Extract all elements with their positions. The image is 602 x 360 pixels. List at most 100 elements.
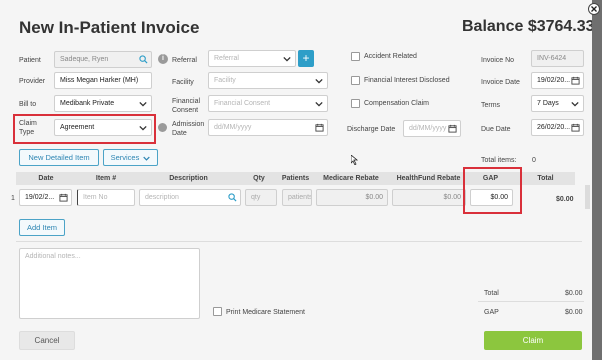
accident-checkbox[interactable] bbox=[351, 52, 360, 61]
chevron-down-icon bbox=[315, 78, 323, 84]
medicare-rebate-field: $0.00 bbox=[316, 189, 388, 206]
info-icon[interactable]: i bbox=[158, 54, 168, 64]
chevron-down-icon bbox=[139, 125, 147, 131]
cancel-button[interactable]: Cancel bbox=[19, 331, 75, 350]
new-detailed-item-button[interactable]: New Detailed Item bbox=[19, 149, 99, 166]
patient-label: Patient bbox=[19, 57, 41, 64]
consent-select[interactable]: Financial Consent bbox=[208, 95, 328, 112]
chevron-down-icon bbox=[571, 101, 579, 107]
description-placeholder: description bbox=[145, 194, 179, 201]
page-title: New In-Patient Invoice bbox=[19, 18, 200, 37]
financial-interest-checkbox[interactable] bbox=[351, 76, 360, 85]
total-items-label: Total items: bbox=[481, 157, 517, 164]
due-date-value: 26/02/20... bbox=[537, 124, 571, 131]
gap-input[interactable]: $0.00 bbox=[470, 189, 513, 206]
billto-label: Bill to bbox=[19, 101, 37, 108]
col-description-header: Description bbox=[169, 175, 208, 182]
print-medicare-checkbox[interactable] bbox=[213, 307, 222, 316]
chevron-down-icon bbox=[143, 156, 151, 161]
col-patients-header: Patients bbox=[281, 175, 310, 182]
healthfund-rebate-field: $0.00 bbox=[392, 189, 466, 206]
discharge-label: Discharge Date bbox=[347, 126, 396, 133]
totals-divider bbox=[478, 301, 584, 302]
consent-placeholder: Financial Consent bbox=[214, 100, 271, 107]
compensation-label: Compensation Claim bbox=[364, 100, 429, 107]
calendar-icon[interactable] bbox=[571, 76, 580, 85]
notes-textarea[interactable]: Additional notes... bbox=[19, 248, 200, 319]
admission-placeholder: dd/MM/yyyy bbox=[214, 124, 252, 131]
col-total-header: Total bbox=[537, 175, 554, 182]
calendar-icon[interactable] bbox=[315, 123, 324, 132]
add-item-button[interactable]: Add Item bbox=[19, 219, 65, 236]
compensation-checkbox[interactable] bbox=[351, 99, 360, 108]
search-icon[interactable] bbox=[139, 55, 148, 64]
invoice-date-value: 19/02/20... bbox=[537, 77, 571, 84]
print-medicare-label: Print Medicare Statement bbox=[226, 309, 305, 316]
discharge-date-field[interactable]: dd/MM/yyyy bbox=[403, 120, 461, 137]
close-icon bbox=[591, 6, 597, 12]
services-dropdown-button[interactable]: Services bbox=[103, 149, 158, 166]
provider-field[interactable]: Miss Megan Harker (MH) bbox=[54, 72, 152, 89]
description-input[interactable]: description bbox=[139, 189, 241, 206]
consent-label-1: Financial bbox=[172, 98, 201, 105]
item-number-input[interactable]: Item No bbox=[77, 189, 135, 206]
search-icon[interactable] bbox=[228, 193, 237, 202]
total-items-value: 0 bbox=[532, 157, 536, 164]
consent-label-2: Consent bbox=[172, 107, 199, 114]
provider-label: Provider bbox=[19, 78, 46, 85]
facility-label: Facility bbox=[172, 79, 194, 86]
claimtype-label-1: Claim bbox=[19, 120, 37, 127]
discharge-placeholder: dd/MM/yyyy bbox=[409, 125, 447, 132]
referral-label: Referral bbox=[172, 57, 197, 64]
divider bbox=[16, 241, 582, 242]
footer-gap-value: $0.00 bbox=[565, 309, 583, 316]
close-button[interactable] bbox=[588, 3, 600, 15]
mouse-cursor-icon bbox=[351, 155, 359, 165]
col-date-header: Date bbox=[38, 175, 54, 182]
invoice-no-label: Invoice No bbox=[481, 57, 515, 64]
claimtype-select[interactable]: Agreement bbox=[54, 119, 152, 136]
footer-total-value: $0.00 bbox=[565, 290, 583, 297]
terms-select[interactable]: 7 Days bbox=[531, 95, 584, 112]
terms-value: 7 Days bbox=[537, 100, 559, 107]
chevron-down-icon bbox=[283, 56, 291, 62]
row-date-field[interactable]: 19/02/2... bbox=[19, 189, 72, 206]
invoice-modal: New In-Patient Invoice Balance $3764.33 … bbox=[0, 0, 592, 360]
chevron-down-icon bbox=[315, 101, 323, 107]
calendar-icon[interactable] bbox=[571, 123, 580, 132]
facility-select[interactable]: Facility bbox=[208, 72, 328, 89]
financial-interest-label: Financial Interest Disclosed bbox=[364, 77, 450, 84]
row-number: 1 bbox=[11, 195, 15, 202]
billto-select[interactable]: Medibank Private bbox=[54, 95, 152, 112]
calendar-icon[interactable] bbox=[59, 193, 68, 202]
terms-label: Terms bbox=[481, 102, 501, 109]
admission-label-2: Date bbox=[172, 130, 187, 137]
footer-gap-label: GAP bbox=[484, 309, 499, 316]
row-date-value: 19/02/2... bbox=[25, 194, 55, 201]
table-scrollbar[interactable] bbox=[585, 185, 590, 209]
referral-select[interactable]: Referral bbox=[208, 50, 296, 67]
qty-input[interactable]: qty bbox=[245, 189, 277, 206]
due-date-field[interactable]: 26/02/20... bbox=[531, 119, 584, 136]
accident-label: Accident Related bbox=[364, 53, 417, 60]
col-qty-header: Qty bbox=[253, 175, 265, 182]
invoice-date-label: Invoice Date bbox=[481, 79, 520, 86]
col-item-header: Item # bbox=[95, 175, 117, 182]
patient-field[interactable]: Sadeque, Ryen bbox=[54, 51, 152, 68]
footer-total-label: Total bbox=[484, 290, 499, 297]
invoice-date-field[interactable]: 19/02/20... bbox=[531, 72, 584, 89]
billto-value: Medibank Private bbox=[60, 100, 115, 107]
calendar-icon[interactable] bbox=[448, 124, 457, 133]
patients-input[interactable]: patients bbox=[282, 189, 312, 206]
add-referral-button[interactable]: + bbox=[298, 50, 314, 67]
claimtype-label-2: Type bbox=[19, 129, 35, 136]
facility-placeholder: Facility bbox=[214, 77, 236, 84]
status-dot-icon bbox=[158, 123, 167, 132]
row-total: $0.00 bbox=[556, 196, 574, 203]
claim-button[interactable]: Claim bbox=[484, 331, 582, 350]
admission-date-field[interactable]: dd/MM/yyyy bbox=[208, 119, 328, 136]
chevron-down-icon bbox=[139, 101, 147, 107]
col-medicare-header: Medicare Rebate bbox=[323, 175, 379, 182]
balance-label: Balance $3764.33 bbox=[462, 18, 592, 35]
claimtype-value: Agreement bbox=[60, 124, 95, 131]
